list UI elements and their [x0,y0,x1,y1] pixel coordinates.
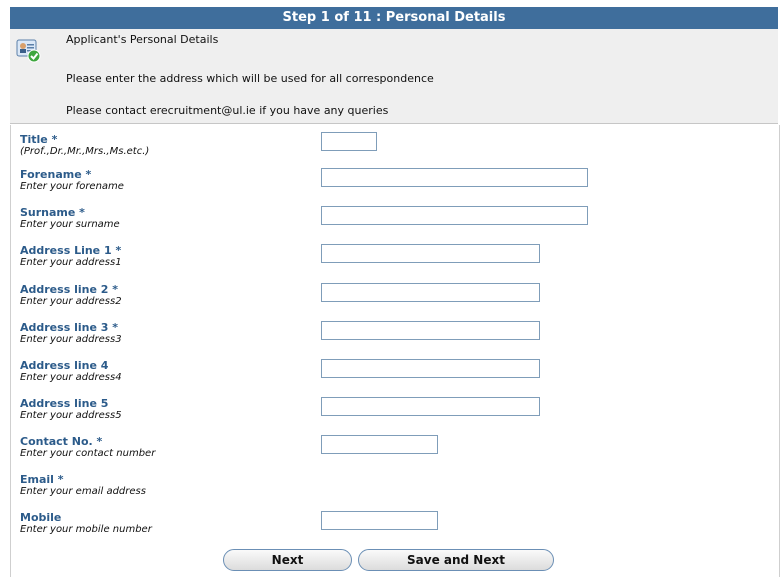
field-hint: Enter your mobile number [20,524,152,535]
field-row-address5: Address line 5 Enter your address5 [11,394,777,432]
field-row-address3: Address line 3 * Enter your address3 [11,318,777,356]
info-line-correspondence: Please enter the address which will be u… [66,72,434,85]
field-label: Address line 5 [20,397,109,410]
address4-input[interactable] [321,359,540,378]
field-label: Title * [20,133,58,146]
field-hint: (Prof.,Dr.,Mr.,Mrs.,Ms.etc.) [20,146,150,157]
field-hint: Enter your address3 [20,334,122,345]
field-label: Address line 4 [20,359,109,372]
field-row-mobile: Mobile Enter your mobile number [11,508,777,546]
info-line-contact: Please contact erecruitment@ul.ie if you… [66,104,389,117]
field-row-contact: Contact No. * Enter your contact number [11,432,777,470]
field-label: Address line 3 * [20,321,118,334]
field-label: Surname * [20,206,85,219]
field-hint: Enter your forename [20,181,124,192]
field-hint: Enter your contact number [20,448,156,459]
step-title-bar: Step 1 of 11 : Personal Details [10,7,778,29]
save-and-next-button[interactable]: Save and Next [358,549,554,571]
field-label: Address Line 1 * [20,244,122,257]
personal-details-form: Title * (Prof.,Dr.,Mr.,Mrs.,Ms.etc.) For… [10,125,780,577]
field-hint: Enter your address4 [20,372,122,383]
next-button[interactable]: Next [223,549,352,571]
field-row-email: Email * Enter your email address [11,470,777,508]
field-label: Contact No. * [20,435,103,448]
field-hint: Enter your address2 [20,296,122,307]
address1-input[interactable] [321,244,540,263]
field-label: Mobile [20,511,62,524]
field-hint: Enter your email address [20,486,146,497]
field-hint: Enter your address5 [20,410,122,421]
field-label: Email * [20,473,64,486]
field-row-surname: Surname * Enter your surname [11,203,777,241]
address5-input[interactable] [321,397,540,416]
field-row-address4: Address line 4 Enter your address4 [11,356,777,394]
forename-input[interactable] [321,168,588,187]
address2-input[interactable] [321,283,540,302]
contact-number-input[interactable] [321,435,438,454]
mobile-input[interactable] [321,511,438,530]
field-row-address1: Address Line 1 * Enter your address1 [11,241,777,279]
field-label: Address line 2 * [20,283,118,296]
field-row-address2: Address line 2 * Enter your address2 [11,280,777,318]
field-hint: Enter your address1 [20,257,122,268]
field-row-title: Title * (Prof.,Dr.,Mr.,Mrs.,Ms.etc.) [11,127,777,165]
info-heading: Applicant's Personal Details [66,33,219,46]
title-input[interactable] [321,132,377,151]
application-form: Step 1 of 11 : Personal Details Applican… [10,7,780,577]
step-title: Step 1 of 11 : Personal Details [282,10,506,25]
field-hint: Enter your surname [20,219,120,230]
info-panel: Applicant's Personal Details Please ente… [10,29,778,124]
address3-input[interactable] [321,321,540,340]
surname-input[interactable] [321,206,588,225]
applicant-card-check-icon [16,37,42,63]
field-row-forename: Forename * Enter your forename [11,165,777,203]
field-label: Forename * [20,168,92,181]
